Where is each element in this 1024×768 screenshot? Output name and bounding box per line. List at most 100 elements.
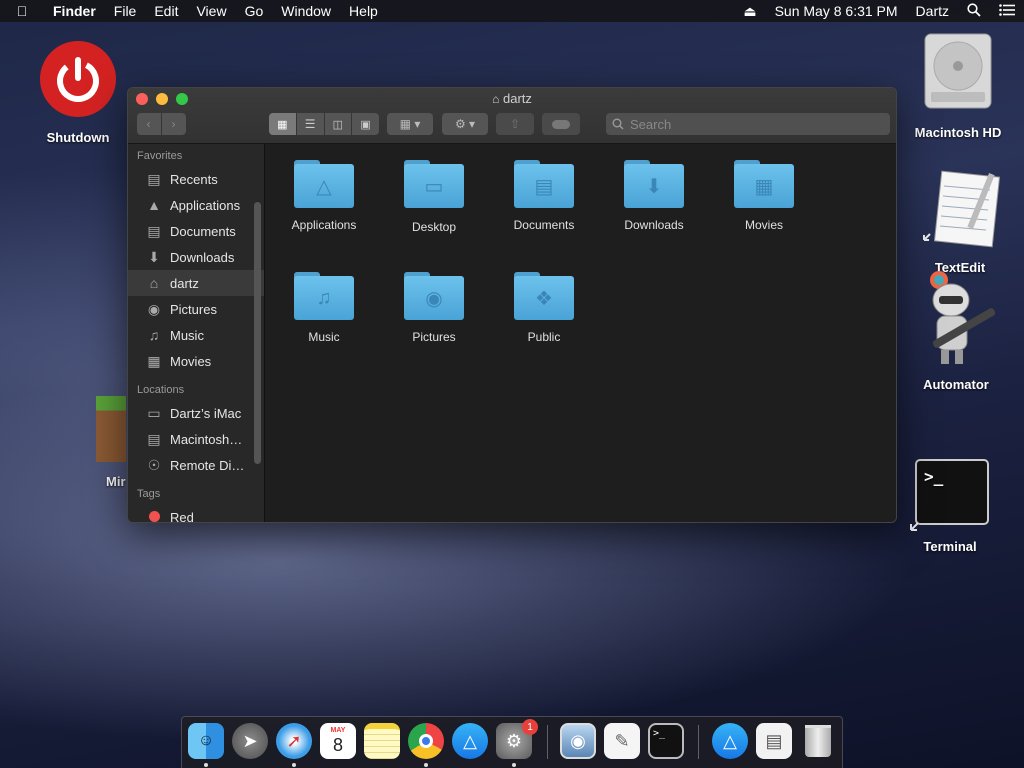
menu-help[interactable]: Help xyxy=(340,3,387,19)
folder-public[interactable]: ❖ Public xyxy=(489,272,599,344)
downloads-icon: ⬇ xyxy=(148,248,160,265)
sidebar-item-music[interactable]: ♫ Music xyxy=(128,322,264,348)
sidebar-item-pictures[interactable]: ◉ Pictures xyxy=(128,296,264,322)
sidebar-item-downloads[interactable]: ⬇ Downloads xyxy=(128,244,264,270)
dock-notes[interactable] xyxy=(364,723,400,759)
music-note-icon: ♫ xyxy=(148,327,160,343)
dock-documents-stack[interactable]: ▤ xyxy=(756,723,792,759)
menubar-clock[interactable]: Sun May 8 6:31 PM xyxy=(766,3,907,19)
sidebar-item-tag-red[interactable]: Red xyxy=(128,504,264,523)
grid-icon: ▦ ▾ xyxy=(399,117,421,131)
sidebar-scrollbar[interactable] xyxy=(254,202,261,464)
camera-glyph-icon: ◉ xyxy=(425,287,443,310)
folder-label: Documents xyxy=(513,218,575,232)
sidebar-item-label: Applications xyxy=(170,197,241,213)
home-icon: ⌂ xyxy=(492,92,500,106)
finder-sidebar: Favorites ▤ Recents ▲ Applications ▤ Docume… xyxy=(128,144,265,522)
search-icon xyxy=(612,118,624,130)
action-menu-button[interactable]: ⚙ ▾ xyxy=(442,113,488,135)
applications-icon: ▲ xyxy=(147,197,161,213)
dock-textedit[interactable]: ✎ xyxy=(604,723,640,759)
tags-button[interactable] xyxy=(542,113,580,135)
calendar-month: MAY xyxy=(330,727,346,734)
hard-drive-icon: ▤ xyxy=(147,430,161,447)
folder-icon: ♫ xyxy=(294,272,354,320)
menu-edit[interactable]: Edit xyxy=(145,3,187,19)
folder-documents[interactable]: ▤ Documents xyxy=(489,160,599,232)
grass-block-icon xyxy=(96,396,126,462)
icon-view-button[interactable]: ▦ xyxy=(269,113,296,135)
dock-system-preferences[interactable]: ⚙ 1 xyxy=(496,719,538,759)
dock-preview[interactable]: ◉ xyxy=(560,723,596,759)
sidebar-item-imac[interactable]: ▭ Dartz’s iMac xyxy=(128,400,264,426)
rocket-icon: ➤ xyxy=(242,730,258,751)
folder-label: Desktop xyxy=(411,220,457,234)
search-input[interactable]: Search xyxy=(606,113,890,135)
share-button[interactable]: ⇧ xyxy=(496,113,534,135)
notification-center-icon[interactable] xyxy=(990,3,1024,19)
dock-trash[interactable] xyxy=(800,723,836,759)
menu-app-finder[interactable]: Finder xyxy=(44,3,105,19)
running-indicator xyxy=(292,763,296,767)
menubar-user[interactable]: Dartz xyxy=(907,3,958,19)
sidebar-item-documents[interactable]: ▤ Documents xyxy=(128,218,264,244)
dock-chrome[interactable] xyxy=(408,723,444,759)
sidebar-item-label: dartz xyxy=(170,275,199,291)
sidebar-header-locations: Locations xyxy=(137,384,185,396)
disc-icon: ☉ xyxy=(147,456,161,473)
dock-finder[interactable]: ☺ xyxy=(188,723,224,759)
folder-label: Applications xyxy=(291,218,357,232)
folder-label: Public xyxy=(527,330,561,344)
forward-button[interactable]: › xyxy=(161,113,186,135)
dock-launchpad[interactable]: ➤ xyxy=(232,723,268,759)
menu-view[interactable]: View xyxy=(187,3,235,19)
documents-icon: ▤ xyxy=(147,222,161,239)
sidebar-item-label: Red xyxy=(170,509,194,523)
sidebar-item-label: Remote Di… xyxy=(170,457,245,473)
folder-movies[interactable]: ▦ Movies xyxy=(709,160,819,232)
dock-terminal[interactable]: >_ xyxy=(648,723,684,759)
desktop-icon-textedit[interactable]: TextEdit xyxy=(912,170,1008,275)
desktop-icon-shutdown[interactable]: Shutdown xyxy=(38,40,118,145)
app-store-icon: △ xyxy=(723,730,737,751)
folder-downloads[interactable]: ⬇ Downloads xyxy=(599,160,709,232)
gallery-view-button[interactable]: ▣ xyxy=(352,113,379,135)
folder-applications[interactable]: △ Applications xyxy=(269,160,379,232)
textedit-icon: ✎ xyxy=(614,730,630,751)
desktop-icon-macintosh-hd[interactable]: Macintosh HD xyxy=(908,32,1008,140)
sidebar-item-dartz[interactable]: ⌂ dartz xyxy=(128,270,264,296)
dock-safari[interactable]: ➚ xyxy=(276,723,312,759)
desktop-icon-terminal[interactable]: >_ Terminal xyxy=(906,458,992,554)
film-icon: ▦ xyxy=(147,352,161,369)
dock-calendar[interactable]: MAY 8 xyxy=(320,723,356,759)
menu-go[interactable]: Go xyxy=(236,3,273,19)
folder-desktop[interactable]: ▭ Desktop xyxy=(379,160,489,234)
sidebar-item-recents[interactable]: ▤ Recents xyxy=(128,166,264,192)
eject-icon[interactable]: ⏏ xyxy=(734,3,765,20)
home-icon: ⌂ xyxy=(149,275,159,291)
apple-menu-icon[interactable]:  xyxy=(0,3,44,19)
sidebar-item-remote-disc[interactable]: ☉ Remote Di… xyxy=(128,452,264,478)
column-view-button[interactable]: ◫ xyxy=(324,113,352,135)
group-by-dropdown[interactable]: ▦ ▾ xyxy=(387,113,433,135)
list-view-button[interactable]: ☰ xyxy=(296,113,324,135)
sidebar-item-label: Recents xyxy=(170,171,218,187)
sidebar-item-macintosh-hd[interactable]: ▤ Macintosh… xyxy=(128,426,264,452)
calendar-day: 8 xyxy=(332,735,343,755)
sidebar-item-movies[interactable]: ▦ Movies xyxy=(128,348,264,374)
public-glyph-icon: ❖ xyxy=(535,287,553,310)
window-titlebar[interactable]: ⌂ dartz ‹ › ▦ ☰ ◫ ▣ ▦ ▾ ⚙ ▾ ⇧ Search xyxy=(128,88,896,144)
sidebar-item-applications[interactable]: ▲ Applications xyxy=(128,192,264,218)
folder-pictures[interactable]: ◉ Pictures xyxy=(379,272,489,344)
menu-file[interactable]: File xyxy=(105,3,146,19)
desktop-icon-minecraft[interactable]: Mir xyxy=(96,396,126,489)
menu-window[interactable]: Window xyxy=(272,3,340,19)
spotlight-search-icon[interactable] xyxy=(958,2,990,20)
back-button[interactable]: ‹ xyxy=(136,113,161,135)
desktop-icon-automator[interactable]: Automator xyxy=(908,270,1004,392)
gear-icon: ⚙ xyxy=(505,730,523,751)
dock-applications-stack[interactable]: △ xyxy=(712,723,748,759)
desktop-label-macintosh-hd: Macintosh HD xyxy=(914,125,1002,140)
folder-music[interactable]: ♫ Music xyxy=(269,272,379,344)
dock-app-store[interactable]: △ xyxy=(452,723,488,759)
